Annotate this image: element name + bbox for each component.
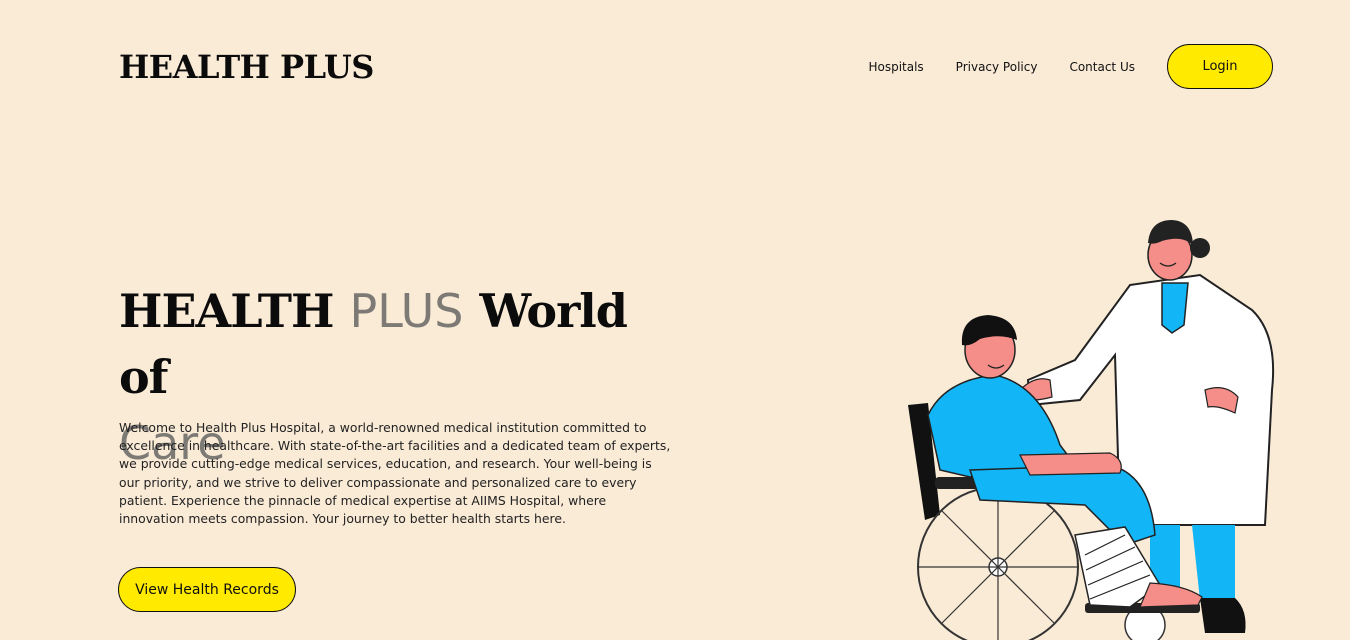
login-button[interactable]: Login [1167,44,1273,89]
nav-contact-us[interactable]: Contact Us [1069,60,1135,74]
view-health-records-button[interactable]: View Health Records [118,567,296,612]
hero-title-plus: PLUS [349,284,464,338]
nav-hospitals[interactable]: Hospitals [868,60,923,74]
landing-page: HEALTH PLUS Hospitals Privacy Policy Con… [0,0,1350,640]
patient-foot [1139,582,1203,608]
patient-arm [1019,452,1122,476]
doctor-with-patient-in-wheelchair-illustration [908,220,1275,640]
doctor-shoe [1200,598,1246,633]
hero-description: Welcome to Health Plus Hospital, a world… [119,420,671,527]
hero-title-health: HEALTH [119,284,334,338]
doctor-leg-right [1192,525,1235,600]
doctor-hair-bun [1190,238,1210,258]
top-nav: Hospitals Privacy Policy Contact Us Logi… [868,44,1273,89]
doctor-shirt [1161,282,1189,334]
brand-logo[interactable]: HEALTH PLUS [119,48,374,86]
nav-privacy-policy[interactable]: Privacy Policy [956,60,1038,74]
